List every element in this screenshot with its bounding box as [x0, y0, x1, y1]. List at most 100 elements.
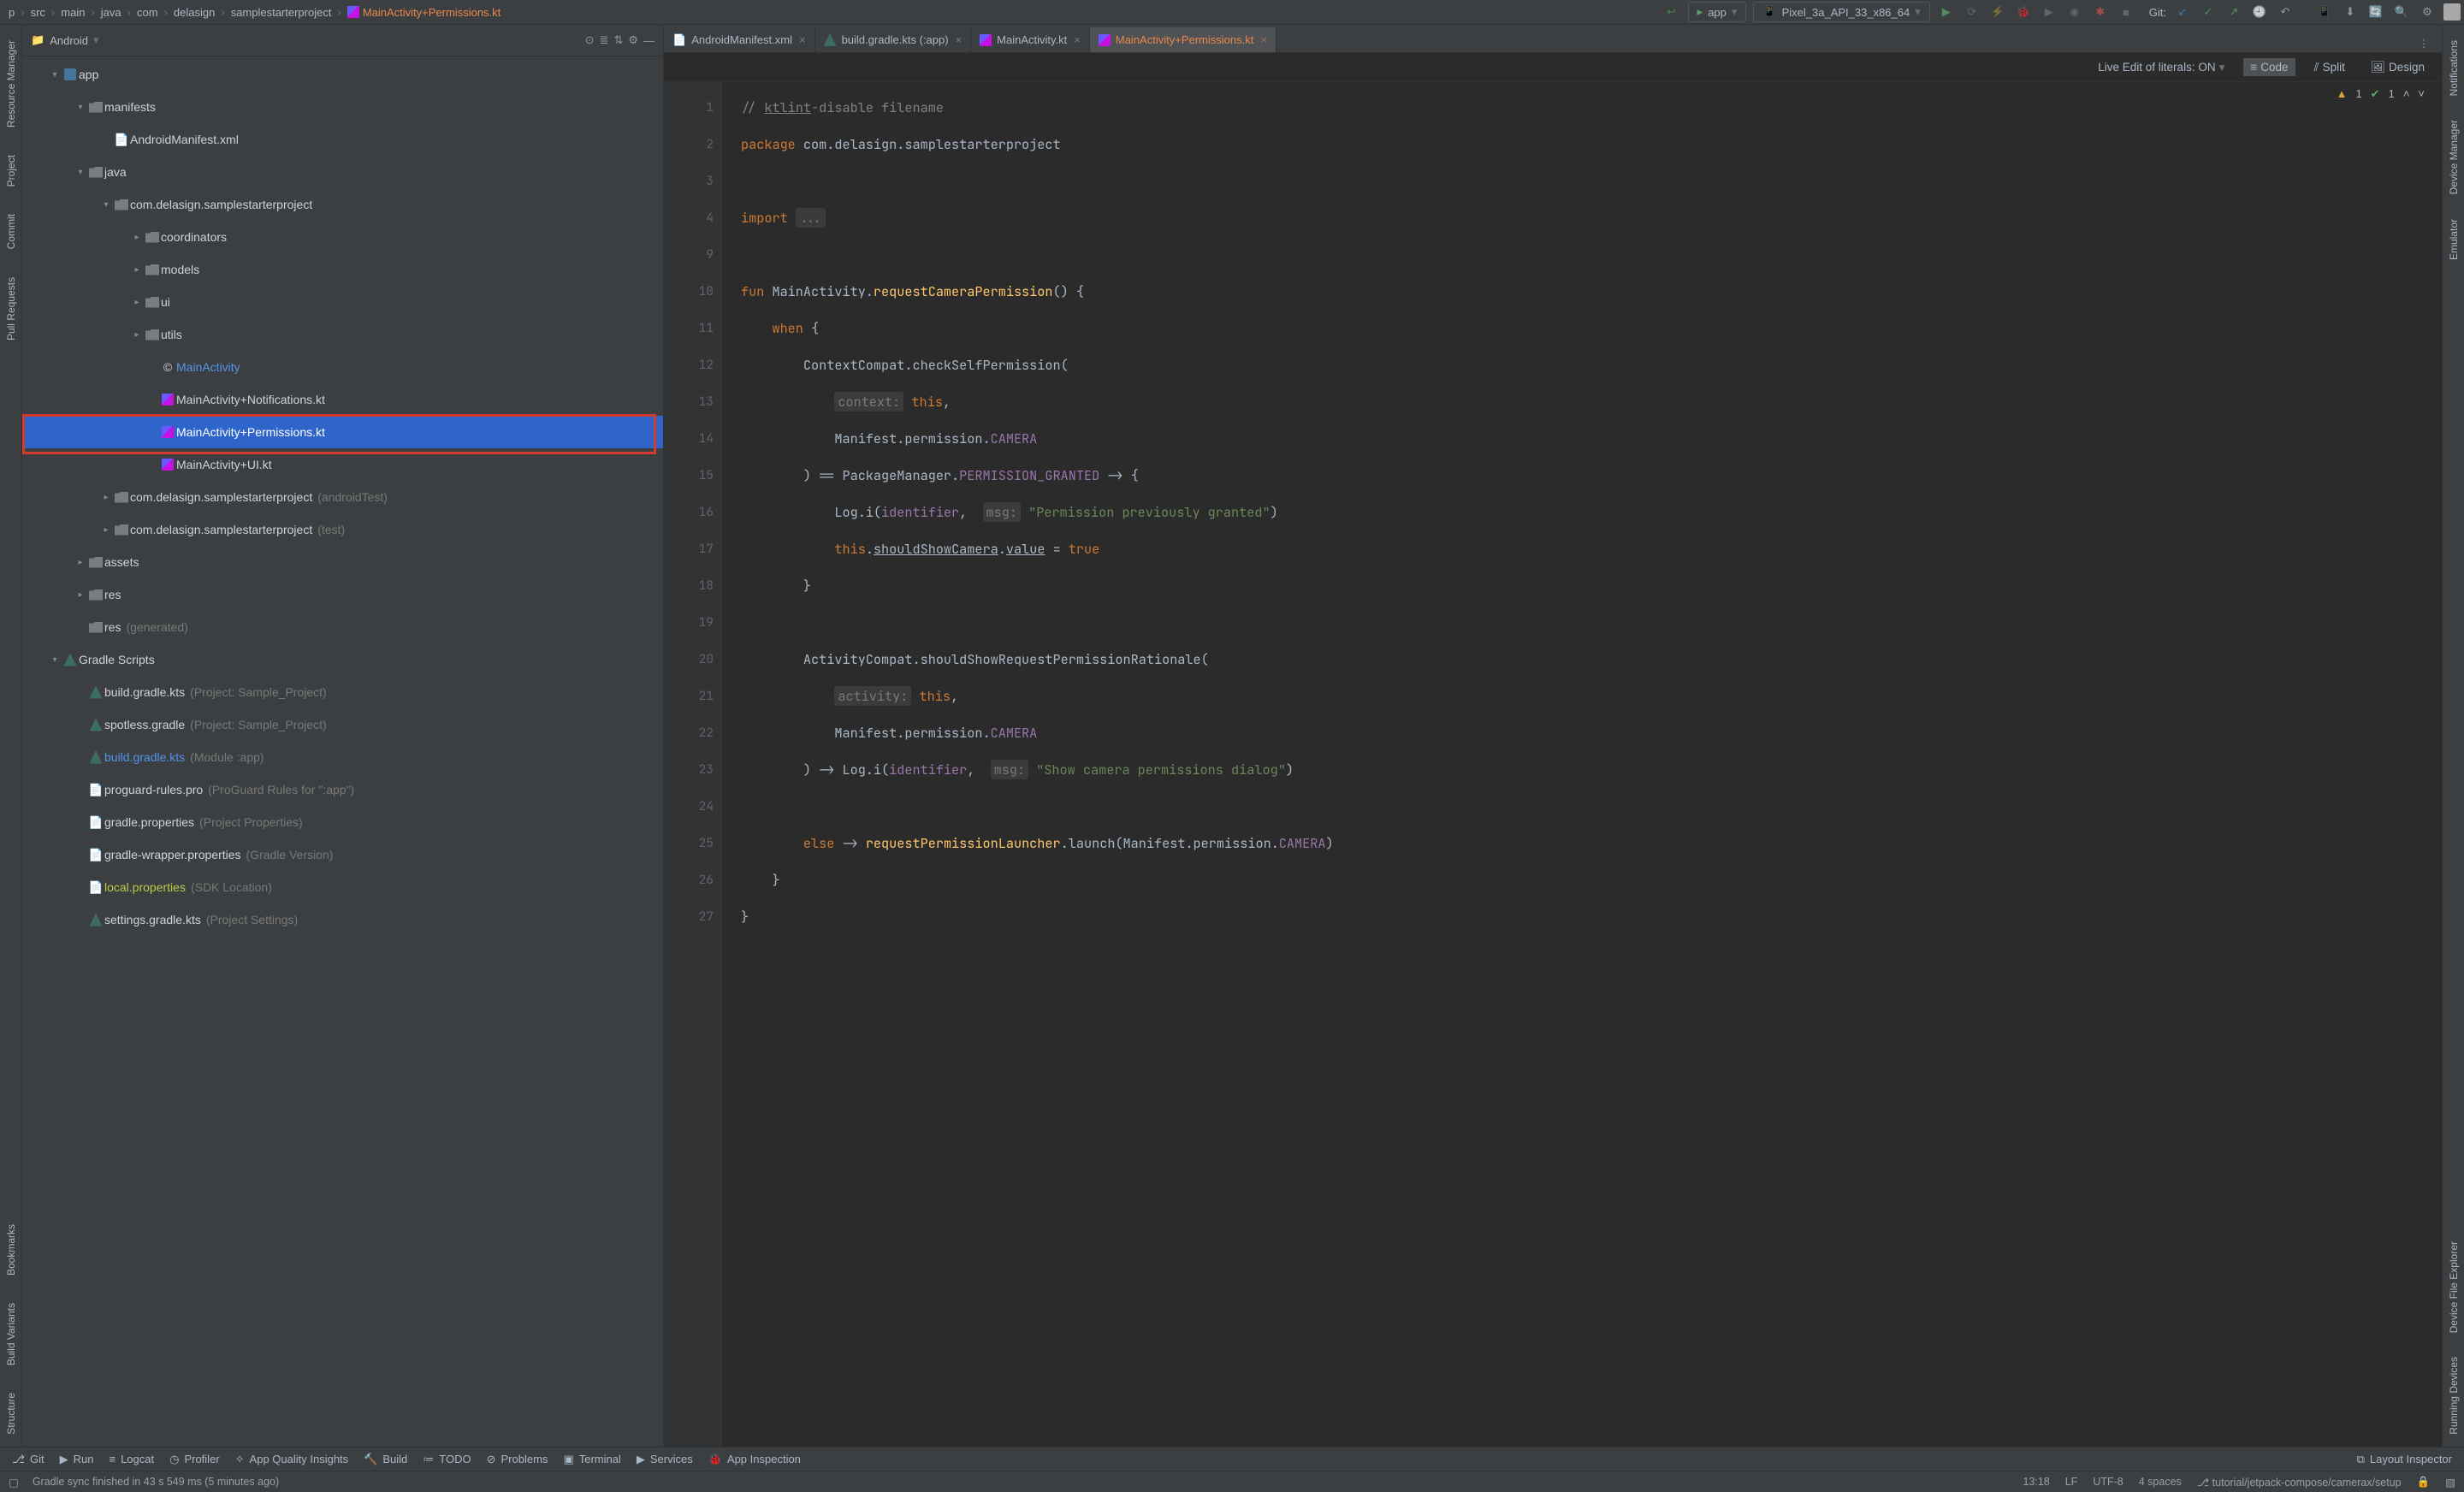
tool-app-quality[interactable]: ✧ App Quality Insights: [235, 1453, 349, 1466]
git-update-icon[interactable]: ↙: [2173, 3, 2192, 21]
tool-emulator[interactable]: Emulator: [2448, 219, 2460, 260]
status-indent[interactable]: 4 spaces: [2139, 1476, 2182, 1489]
tool-project[interactable]: Project: [5, 155, 17, 186]
crumb[interactable]: com: [132, 4, 163, 21]
run-config-select[interactable]: ▸app▾: [1688, 2, 1747, 22]
crumb-file[interactable]: MainActivity+Permissions.kt: [342, 4, 506, 21]
tree-notifications[interactable]: MainActivity+Notifications.kt: [22, 383, 663, 416]
editor-inspection[interactable]: ▲1 ✔1 ˄ ˅: [2337, 87, 2425, 101]
tool-commit[interactable]: Commit: [5, 214, 17, 249]
lock-icon[interactable]: 🔒: [2417, 1476, 2431, 1489]
tab-build-gradle[interactable]: build.gradle.kts (:app)×: [815, 27, 972, 52]
tree-res[interactable]: ▸res: [22, 578, 663, 611]
crumb[interactable]: p: [3, 4, 20, 21]
tree-spotless[interactable]: spotless.gradle(Project: Sample_Project): [22, 708, 663, 741]
crumb[interactable]: main: [56, 4, 90, 21]
tree-utils[interactable]: ▸utils: [22, 318, 663, 351]
attach-icon[interactable]: ✱: [2091, 3, 2110, 21]
debug-icon[interactable]: 🐞: [2014, 3, 2033, 21]
chevron-down-icon[interactable]: ˅: [2418, 87, 2425, 101]
tree-local-properties[interactable]: 📄local.properties(SDK Location): [22, 871, 663, 903]
status-branch[interactable]: ⎇ tutorial/jetpack-compose/camerax/setup: [2197, 1476, 2402, 1489]
code-mode[interactable]: ≡ Code: [2243, 58, 2295, 76]
tree-permissions[interactable]: MainActivity+Permissions.kt: [22, 416, 663, 448]
status-square-icon[interactable]: ▢: [9, 1476, 19, 1489]
tool-notifications[interactable]: Notifications: [2448, 40, 2460, 96]
tree-gradle-wrapper-properties[interactable]: 📄gradle-wrapper.properties(Gradle Versio…: [22, 838, 663, 871]
tree-proguard[interactable]: 📄proguard-rules.pro(ProGuard Rules for "…: [22, 773, 663, 806]
avd-icon[interactable]: 📱: [2315, 3, 2334, 21]
history-icon[interactable]: 🕘: [2250, 3, 2269, 21]
tool-build-variants[interactable]: Build Variants: [5, 1303, 17, 1365]
live-edit-toggle[interactable]: Live Edit of literals: ON▾: [2091, 58, 2231, 77]
split-mode[interactable]: ⫽ Split: [2307, 58, 2352, 77]
tree-app[interactable]: ▾app: [22, 58, 663, 91]
crumb[interactable]: java: [96, 4, 127, 21]
tree-pkg[interactable]: ▾com.delasign.samplestarterproject: [22, 188, 663, 221]
tab-manifest[interactable]: 📄AndroidManifest.xml×: [664, 27, 815, 52]
tree-build-gradle-proj[interactable]: build.gradle.kts(Project: Sample_Project…: [22, 676, 663, 708]
sdk-icon[interactable]: ⬇: [2341, 3, 2360, 21]
git-commit-icon[interactable]: ✓: [2199, 3, 2218, 21]
tree-gradle-properties[interactable]: 📄gradle.properties(Project Properties): [22, 806, 663, 838]
close-icon[interactable]: ×: [1260, 33, 1267, 46]
crumb[interactable]: src: [26, 4, 50, 21]
tree-java[interactable]: ▾java: [22, 156, 663, 188]
project-tree[interactable]: ▾app ▾manifests 📄AndroidManifest.xml ▾ja…: [22, 56, 663, 1447]
tree-android-manifest[interactable]: 📄AndroidManifest.xml: [22, 123, 663, 156]
tab-permissions[interactable]: MainActivity+Permissions.kt×: [1090, 27, 1276, 52]
sync-icon[interactable]: 🔄: [2366, 3, 2385, 21]
avatar-icon[interactable]: [2443, 3, 2461, 21]
filter-icon[interactable]: ≣: [600, 33, 609, 47]
tool-device-file-explorer[interactable]: Device File Explorer: [2448, 1241, 2460, 1333]
tool-run[interactable]: ▶ Run: [60, 1453, 94, 1466]
tool-profiler[interactable]: ◷ Profiler: [169, 1453, 220, 1466]
status-line-sep[interactable]: LF: [2065, 1476, 2078, 1489]
status-cursor[interactable]: 13:18: [2023, 1476, 2049, 1489]
sort-icon[interactable]: ⇅: [613, 33, 623, 47]
tool-logcat[interactable]: ≡ Logcat: [109, 1453, 154, 1465]
tree-pkg-test[interactable]: ▸com.delasign.samplestarterproject(test): [22, 513, 663, 546]
tree-manifests[interactable]: ▾manifests: [22, 91, 663, 123]
tool-problems[interactable]: ⊘ Problems: [487, 1453, 548, 1466]
tree-ui[interactable]: ▸ui: [22, 286, 663, 318]
gear-icon[interactable]: ⚙: [628, 33, 638, 47]
tree-gradle-scripts[interactable]: ▾Gradle Scripts: [22, 643, 663, 676]
tool-layout-inspector[interactable]: ⧉ Layout Inspector: [2357, 1453, 2452, 1466]
search-icon[interactable]: 🔍: [2392, 3, 2411, 21]
crumb[interactable]: delasign: [169, 4, 220, 21]
close-icon[interactable]: ×: [956, 33, 962, 46]
tool-pull-requests[interactable]: Pull Requests: [5, 277, 17, 340]
tree-assets[interactable]: ▸assets: [22, 546, 663, 578]
tree-models[interactable]: ▸models: [22, 253, 663, 286]
tree-build-gradle-mod[interactable]: build.gradle.kts(Module :app): [22, 741, 663, 773]
status-charset[interactable]: UTF-8: [2093, 1476, 2123, 1489]
design-mode[interactable]: 🖼 Design: [2364, 58, 2431, 77]
close-icon[interactable]: ×: [799, 33, 806, 46]
tab-mainactivity[interactable]: MainActivity.kt×: [971, 27, 1090, 52]
tool-build[interactable]: 🔨 Build: [364, 1453, 407, 1466]
tool-app-inspection[interactable]: 🐞 App Inspection: [708, 1453, 801, 1466]
tool-device-manager[interactable]: Device Manager: [2448, 120, 2460, 194]
tree-pkg-androidtest[interactable]: ▸com.delasign.samplestarterproject(andro…: [22, 481, 663, 513]
tool-running-devices[interactable]: Running Devices: [2448, 1357, 2460, 1435]
tool-terminal[interactable]: ▣ Terminal: [563, 1453, 620, 1466]
code-area[interactable]: // ktlint-disable filename package com.d…: [722, 82, 2442, 1447]
tree-coordinators[interactable]: ▸coordinators: [22, 221, 663, 253]
gutter[interactable]: 1234910111213141516171819202122232425262…: [664, 82, 722, 1447]
settings-icon[interactable]: ⚙: [2418, 3, 2437, 21]
tool-resource-manager[interactable]: Resource Manager: [5, 40, 17, 127]
tool-todo[interactable]: ≔ TODO: [423, 1453, 471, 1466]
hide-icon[interactable]: —: [643, 34, 654, 47]
device-select[interactable]: 📱Pixel_3a_API_33_x86_64▾: [1753, 2, 1929, 22]
tool-git[interactable]: ⎇ Git: [12, 1453, 44, 1466]
back-icon[interactable]: ↩: [1662, 3, 1681, 21]
run-icon[interactable]: ▶: [1937, 3, 1956, 21]
target-icon[interactable]: ⊙: [585, 33, 595, 47]
tool-structure[interactable]: Structure: [5, 1393, 17, 1435]
tree-res-gen[interactable]: res(generated): [22, 611, 663, 643]
project-view[interactable]: Android: [50, 34, 88, 47]
tree-mainactivity[interactable]: ©MainActivity: [22, 351, 663, 383]
tool-services[interactable]: ▶ Services: [637, 1453, 693, 1466]
tree-settings-gradle[interactable]: settings.gradle.kts(Project Settings): [22, 903, 663, 936]
